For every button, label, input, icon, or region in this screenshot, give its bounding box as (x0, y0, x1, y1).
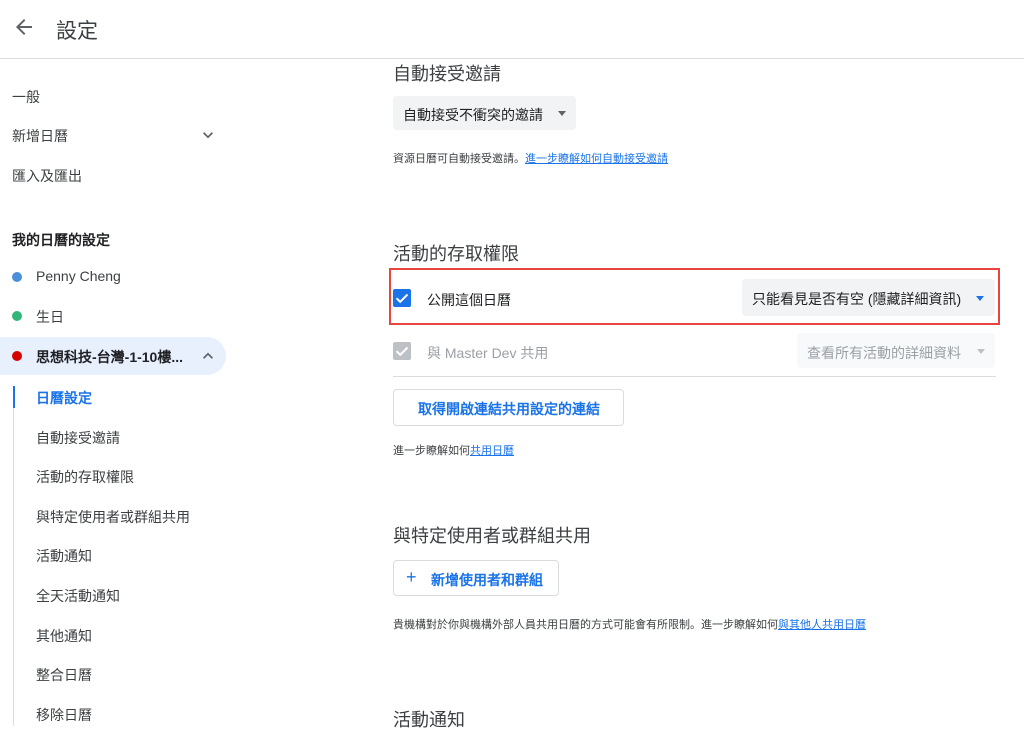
settings-sidebar: 一般 新增日曆 匯入及匯出 我的日曆的設定 Penny Cheng 生日 思想科… (0, 59, 240, 736)
calendar-label: 生日 (36, 309, 64, 325)
helper-text: 資源日曆可自動接受邀請。 (393, 153, 525, 165)
sub-item-allday-notifications[interactable]: 全天活動通知 (36, 586, 120, 606)
plus-icon: + (406, 567, 417, 587)
sidebar-calendar-resource[interactable]: 思想科技-台灣-1-10樓... (0, 337, 226, 375)
sub-item-calendar-settings[interactable]: 日曆設定 (36, 388, 92, 408)
sub-item-auto-accept[interactable]: 自動接受邀請 (36, 428, 120, 448)
dropdown-value: 查看所有活動的詳細資料 (807, 345, 961, 361)
get-sharing-link-button[interactable]: 取得開啟連結共用設定的連結 (393, 389, 624, 426)
calendar-label: 思想科技-台灣-1-10樓... (36, 349, 184, 365)
chevron-up-icon[interactable] (198, 346, 218, 366)
share-specific-helper: 貴機構對於你與機構外部人員共用日曆的方式可能會有所限制。進一步瞭解如何與其他人共… (393, 616, 866, 632)
sidebar-item-add-calendar[interactable]: 新增日曆 (12, 126, 68, 146)
top-bar: 設定 (0, 0, 1024, 59)
dropdown-caret-icon (977, 349, 985, 354)
my-calendars-heading: 我的日曆的設定 (12, 232, 110, 248)
back-arrow-icon[interactable] (12, 15, 36, 39)
share-org-dropdown: 查看所有活動的詳細資料 (797, 333, 995, 368)
sub-nav-active-indicator (13, 386, 15, 408)
access-helper: 進一步瞭解如何共用日曆 (393, 442, 514, 458)
auto-accept-dropdown[interactable]: 自動接受不衝突的邀請 (393, 96, 576, 130)
share-with-others-link[interactable]: 與其他人共用日曆 (778, 619, 866, 631)
helper-text: 進一步瞭解如何 (393, 445, 470, 457)
sub-item-integrate[interactable]: 整合日曆 (36, 665, 92, 685)
dropdown-value: 自動接受不衝突的邀請 (403, 107, 543, 123)
button-label: 取得開啟連結共用設定的連結 (418, 401, 600, 417)
sub-item-access[interactable]: 活動的存取權限 (36, 467, 134, 487)
sidebar-item-import-export[interactable]: 匯入及匯出 (12, 166, 82, 186)
chevron-down-icon[interactable] (198, 125, 218, 145)
add-people-button[interactable]: + 新增使用者和群組 (393, 560, 559, 596)
sidebar-item-general[interactable]: 一般 (12, 87, 40, 107)
dropdown-value: 只能看見是否有空 (隱藏詳細資訊) (752, 291, 962, 307)
dropdown-caret-icon (976, 296, 984, 301)
learn-auto-accept-link[interactable]: 進一步瞭解如何自動接受邀請 (525, 153, 668, 165)
calendar-color-dot (12, 351, 22, 361)
public-checkbox[interactable] (393, 289, 411, 307)
sub-item-other-notifications[interactable]: 其他通知 (36, 626, 92, 646)
sub-nav-line (13, 386, 14, 726)
calendar-color-dot (12, 311, 22, 321)
calendar-color-dot (12, 272, 22, 282)
sub-item-event-notifications[interactable]: 活動通知 (36, 546, 92, 566)
calendar-label: Penny Cheng (36, 268, 121, 284)
divider (393, 376, 996, 377)
section-title-notifications: 活動通知 (393, 710, 465, 730)
share-calendar-link[interactable]: 共用日曆 (470, 445, 514, 457)
public-visibility-dropdown[interactable]: 只能看見是否有空 (隱藏詳細資訊) (742, 279, 995, 316)
section-title-access: 活動的存取權限 (393, 244, 519, 264)
helper-text: 貴機構對於你與機構外部人員共用日曆的方式可能會有所限制。進一步瞭解如何 (393, 619, 778, 631)
share-org-label: 與 Master Dev 共用 (427, 345, 549, 361)
sub-item-share-specific[interactable]: 與特定使用者或群組共用 (36, 507, 190, 527)
sidebar-calendar-birthday[interactable]: 生日 (0, 297, 226, 335)
button-label: 新增使用者和群組 (431, 572, 543, 588)
dropdown-caret-icon (558, 111, 566, 116)
section-title-share-specific: 與特定使用者或群組共用 (393, 526, 591, 546)
sub-item-remove[interactable]: 移除日曆 (36, 705, 92, 725)
section-title-auto-accept: 自動接受邀請 (393, 64, 501, 84)
public-label: 公開這個日曆 (427, 292, 511, 308)
page-title: 設定 (56, 20, 98, 43)
auto-accept-helper: 資源日曆可自動接受邀請。進一步瞭解如何自動接受邀請 (393, 150, 668, 166)
share-org-checkbox (393, 342, 411, 360)
sidebar-calendar-penny[interactable]: Penny Cheng (0, 258, 226, 296)
